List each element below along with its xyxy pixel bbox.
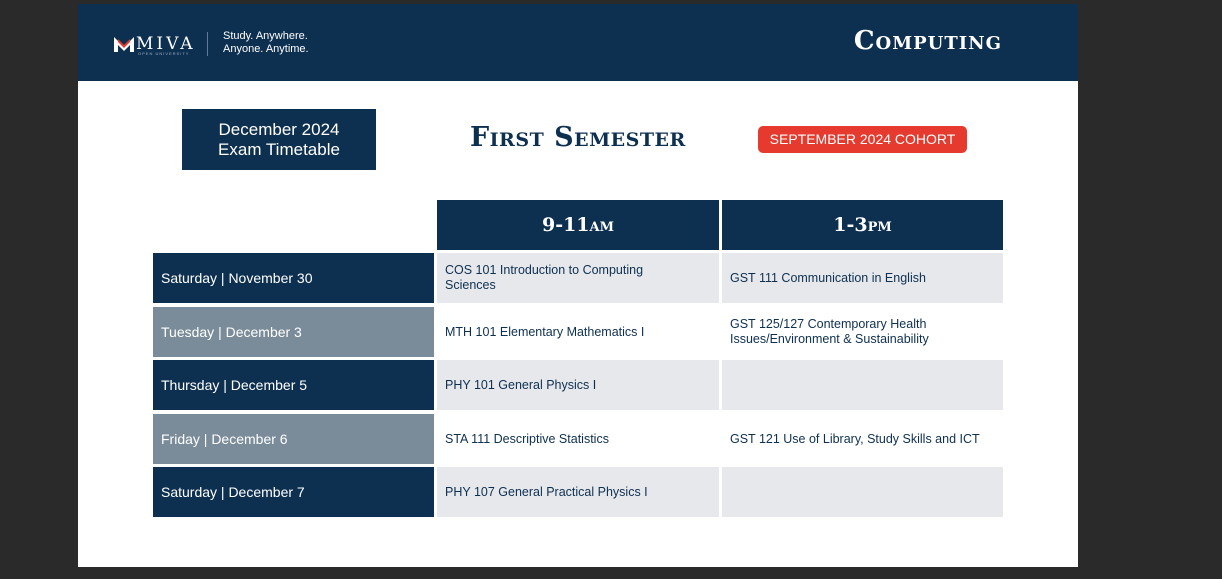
pm-course-cell: GST 111 Communication in English [722, 253, 1003, 303]
day-cell: Saturday | November 30 [153, 253, 434, 303]
day-cell: Thursday | December 5 [153, 360, 434, 410]
miva-logo-mark-icon [114, 37, 134, 52]
am-course-cell: MTH 101 Elementary Mathematics I [445, 324, 645, 339]
table-row: Saturday | December 7 PHY 107 General Pr… [153, 467, 1003, 517]
table-row: Saturday | November 30 COS 101 Introduct… [153, 253, 1003, 303]
day-cell: Friday | December 6 [153, 414, 434, 464]
exam-timetable-box: December 2024 Exam Timetable [182, 109, 376, 170]
tagline-line-2: Anyone. Anytime. [223, 43, 309, 55]
semester-title: First Semester [470, 122, 686, 153]
table-row: Friday | December 6 STA 111 Descriptive … [153, 414, 1003, 464]
header-bar: MIVA OPEN UNIVERSITY Study. Anywhere. An… [78, 4, 1078, 81]
pm-course-cell [722, 360, 1003, 410]
faculty-title: Computing [853, 26, 1002, 56]
pm-course-cell: GST 121 Use of Library, Study Skills and… [730, 431, 980, 446]
table-row: Tuesday | December 3 MTH 101 Elementary … [153, 307, 1003, 357]
timetable-slide: MIVA OPEN UNIVERSITY Study. Anywhere. An… [78, 4, 1078, 567]
am-course-cell: STA 111 Descriptive Statistics [445, 431, 609, 446]
column-header-pm: 1-3pm [722, 200, 1003, 250]
exam-box-line-1: December 2024 [218, 119, 340, 139]
cohort-badge: SEPTEMBER 2024 COHORT [758, 126, 967, 153]
day-cell: Saturday | December 7 [153, 467, 434, 517]
day-cell: Tuesday | December 3 [153, 307, 434, 357]
logo-divider [207, 32, 208, 56]
exam-box-line-2: Exam Timetable [218, 139, 340, 159]
am-course-cell: PHY 101 General Physics I [437, 360, 719, 410]
logo-subtext: OPEN UNIVERSITY [138, 51, 190, 56]
tagline: Study. Anywhere. Anyone. Anytime. [223, 30, 309, 56]
table-row: Thursday | December 5 PHY 101 General Ph… [153, 360, 1003, 410]
tagline-line-1: Study. Anywhere. [223, 30, 308, 42]
logo-wordmark: MIVA [136, 33, 196, 54]
pm-course-cell [722, 467, 1003, 517]
miva-logo: MIVA OPEN UNIVERSITY [114, 32, 196, 56]
am-course-cell: COS 101 Introduction to Computing Scienc… [437, 253, 719, 303]
column-header-am: 9-11am [437, 200, 719, 250]
am-course-cell: PHY 107 General Practical Physics I [437, 467, 719, 517]
pm-course-cell: GST 125/127 Contemporary Health Issues/E… [730, 317, 929, 346]
